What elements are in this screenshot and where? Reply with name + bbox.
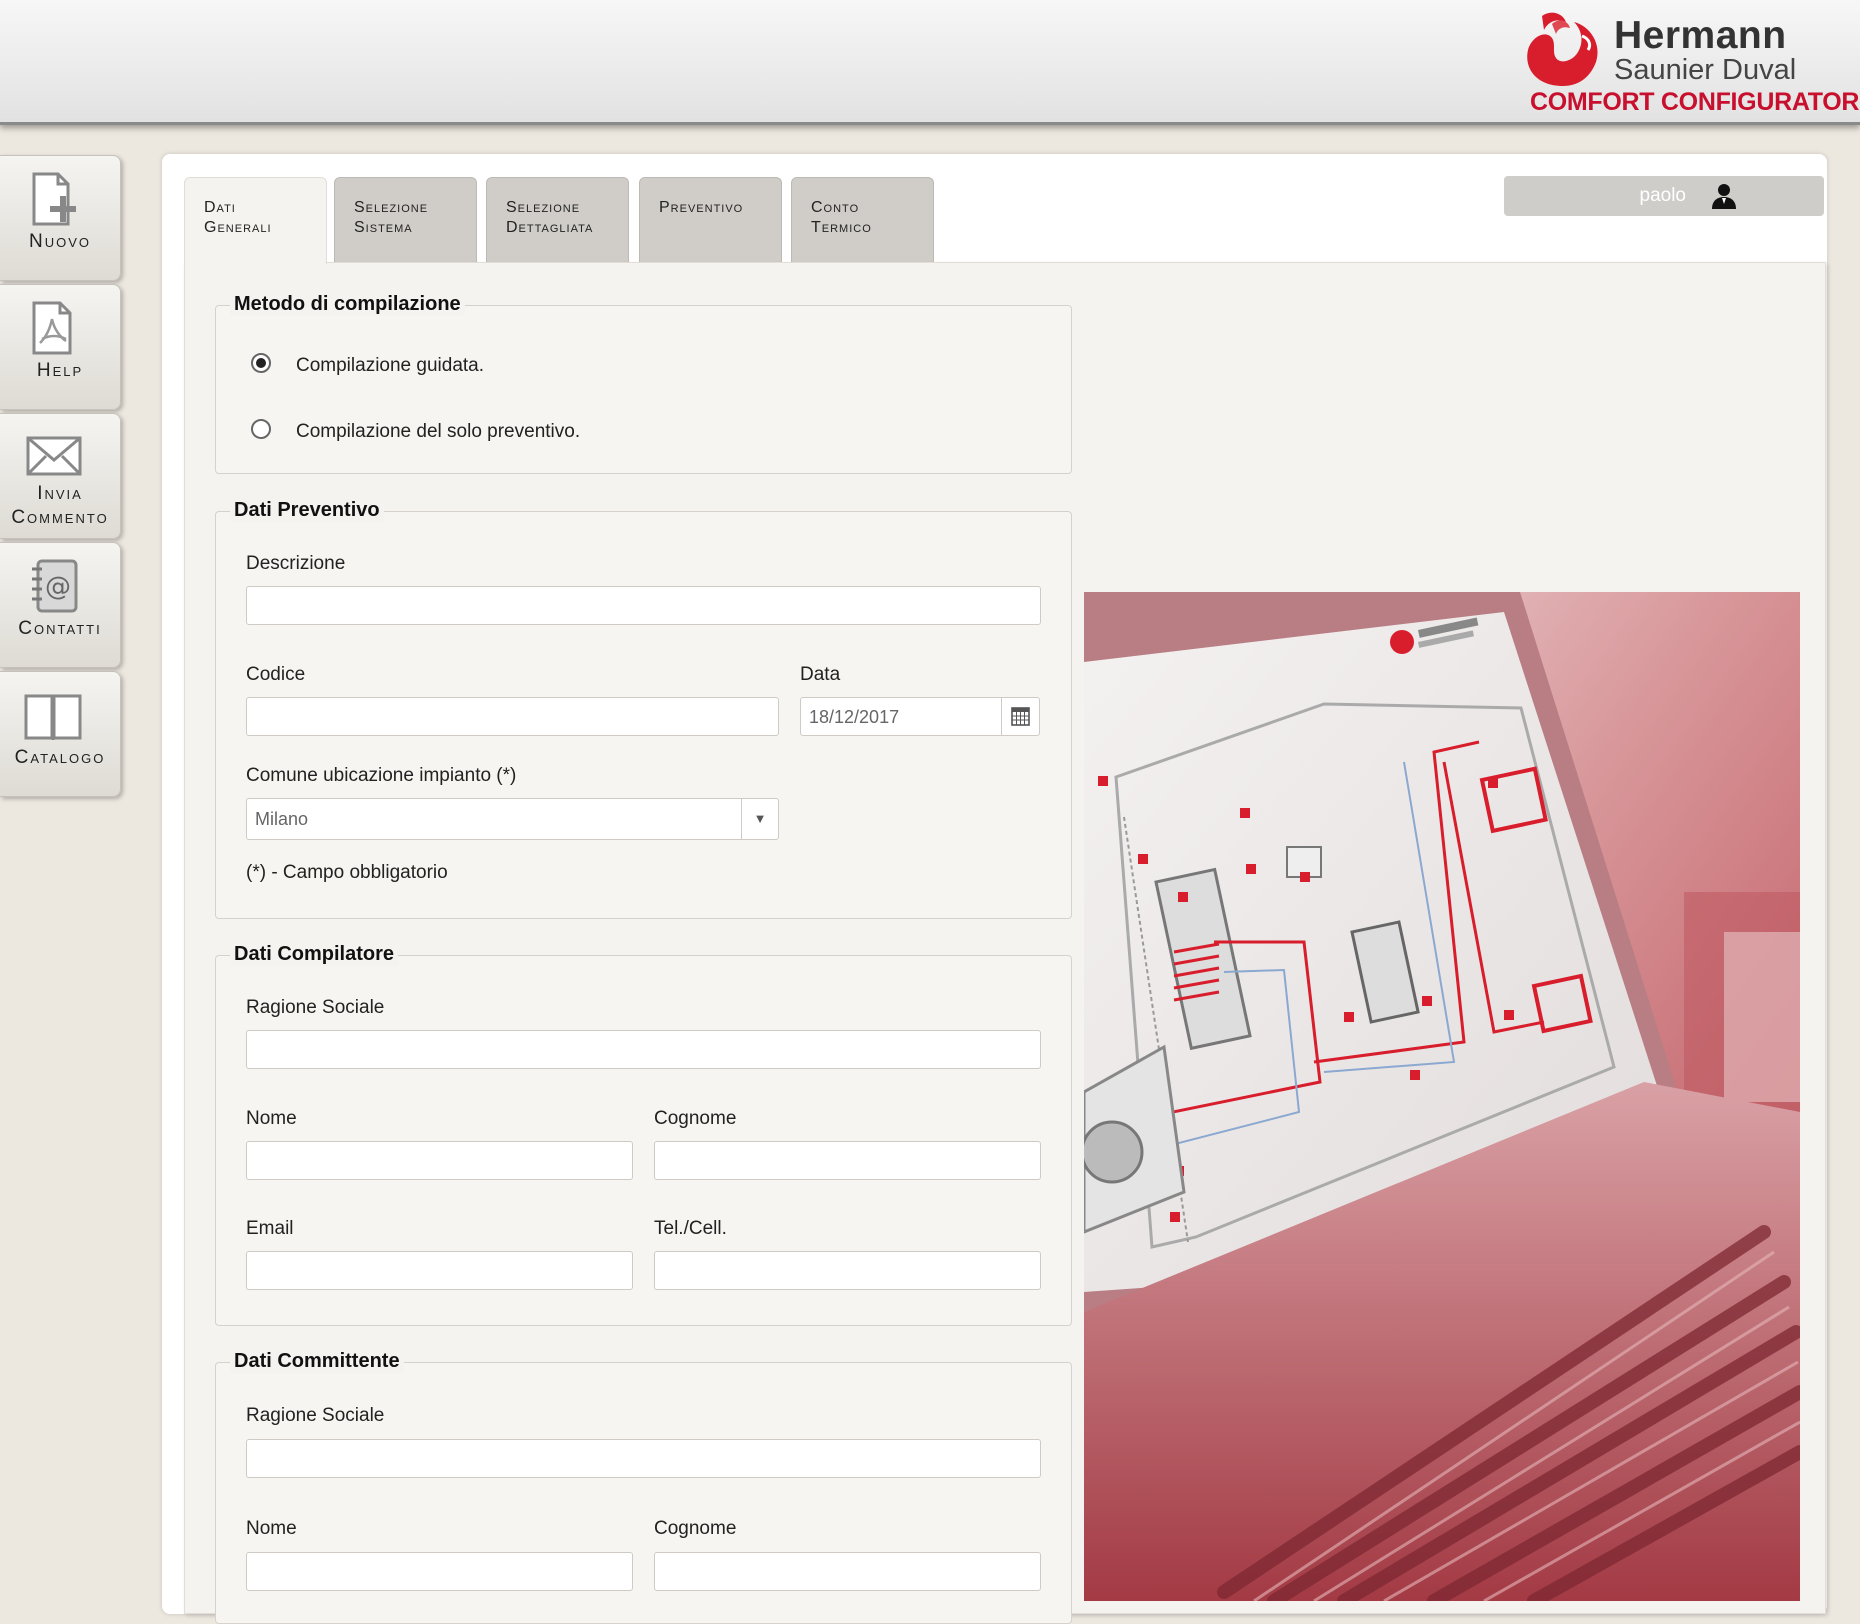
sidebar-item-nuovo[interactable]: Nuovo: [0, 155, 121, 281]
open-book-icon: [24, 694, 82, 740]
tab-conto-termico[interactable]: Conto Termico: [791, 177, 934, 263]
sidebar-item-label: Contatti: [18, 618, 102, 639]
svg-text:@: @: [45, 572, 71, 602]
tel-label: Tel./Cell.: [654, 1218, 727, 1239]
sidebar-item-label: Catalogo: [14, 747, 106, 768]
comune-select[interactable]: Milano ▼: [246, 798, 779, 840]
fieldset-legend: Dati Committente: [230, 1350, 404, 1373]
sidebar-item-label: Help: [36, 360, 84, 381]
cognome-label: Cognome: [654, 1518, 737, 1539]
radio-label: Compilazione del solo preventivo.: [296, 421, 581, 442]
brand-logo: Hermann Saunier Duval COMFORT CONFIGURAT…: [1522, 8, 1859, 118]
radio-compilazione-preventivo[interactable]: [251, 419, 271, 439]
compilatore-tel-input[interactable]: [654, 1251, 1041, 1290]
descrizione-label: Descrizione: [246, 553, 346, 574]
tab-selezione-sistema[interactable]: Selezione Sistema: [334, 177, 477, 263]
email-label: Email: [246, 1218, 294, 1239]
sidebar-item-label: Invia Commento: [11, 483, 109, 528]
fieldset-dati-compilatore: Dati Compilatore Ragione Sociale Nome Co…: [215, 943, 1072, 1326]
comune-value: Milano: [255, 809, 309, 829]
sidebar-item-invia-commento[interactable]: Invia Commento: [0, 413, 121, 539]
fieldset-legend: Dati Preventivo: [230, 499, 384, 522]
sidebar-item-help[interactable]: Help: [0, 284, 121, 410]
brand-name: Hermann: [1614, 14, 1787, 57]
laptop-illustration: [1084, 592, 1800, 1601]
brand-product: COMFORT CONFIGURATOR: [1530, 88, 1860, 116]
fieldset-dati-committente: Dati Committente Ragione Sociale Nome Co…: [215, 1350, 1072, 1624]
required-note: (*) - Campo obbligatorio: [246, 862, 448, 883]
nome-label: Nome: [246, 1108, 297, 1129]
data-label: Data: [800, 664, 841, 685]
username: paolo: [1639, 185, 1687, 206]
radio-compilazione-guidata[interactable]: [251, 353, 271, 373]
compilatore-ragione-sociale-input[interactable]: [246, 1030, 1041, 1069]
compilatore-nome-input[interactable]: [246, 1141, 633, 1180]
comune-label: Comune ubicazione impianto (*): [246, 765, 517, 786]
codice-input[interactable]: [246, 697, 779, 736]
fieldset-dati-preventivo: Dati Preventivo Descrizione Codice Data …: [215, 499, 1072, 919]
flame-logo-icon: [1527, 12, 1598, 86]
cognome-label: Cognome: [654, 1108, 737, 1129]
calendar-button[interactable]: [1001, 698, 1039, 735]
descrizione-input[interactable]: [246, 586, 1041, 625]
calendar-icon: [1011, 707, 1030, 726]
sidebar-item-contatti[interactable]: @ Contatti: [0, 542, 121, 668]
tab-selezione-dettagliata[interactable]: Selezione Dettagliata: [486, 177, 629, 263]
data-input[interactable]: 18/12/2017: [800, 697, 1040, 736]
compilatore-cognome-input[interactable]: [654, 1141, 1041, 1180]
radio-label: Compilazione guidata.: [296, 355, 485, 376]
pdf-document-icon: [32, 301, 72, 355]
fieldset-legend: Dati Compilatore: [230, 943, 399, 966]
envelope-icon: [26, 436, 82, 476]
data-value: 18/12/2017: [809, 707, 900, 727]
tab-preventivo[interactable]: Preventivo: [639, 177, 782, 263]
app-header: Hermann Saunier Duval COMFORT CONFIGURAT…: [0, 0, 1860, 125]
sidebar-item-label: Nuovo: [28, 231, 91, 252]
fieldset-legend: Metodo di compilazione: [230, 293, 465, 316]
brand-subname: Saunier Duval: [1614, 54, 1797, 86]
new-document-icon: [32, 172, 76, 226]
dropdown-arrow-icon[interactable]: ▼: [741, 799, 778, 839]
committente-nome-input[interactable]: [246, 1552, 633, 1591]
sidebar-item-catalogo[interactable]: Catalogo: [0, 671, 121, 797]
ragione-sociale-label: Ragione Sociale: [246, 1405, 385, 1426]
ragione-sociale-label: Ragione Sociale: [246, 997, 385, 1018]
user-menu[interactable]: paolo: [1504, 176, 1824, 216]
address-book-icon: @: [32, 559, 78, 613]
laptop-hero-image: [1084, 592, 1800, 1601]
fieldset-metodo: Metodo di compilazione Compilazione guid…: [215, 293, 1072, 474]
nome-label: Nome: [246, 1518, 297, 1539]
compilatore-email-input[interactable]: [246, 1251, 633, 1290]
tab-dati-generali[interactable]: Dati Generali: [184, 177, 327, 264]
codice-label: Codice: [246, 664, 306, 685]
committente-ragione-sociale-input[interactable]: [246, 1439, 1041, 1478]
committente-cognome-input[interactable]: [654, 1552, 1041, 1591]
user-icon: [1712, 184, 1736, 209]
